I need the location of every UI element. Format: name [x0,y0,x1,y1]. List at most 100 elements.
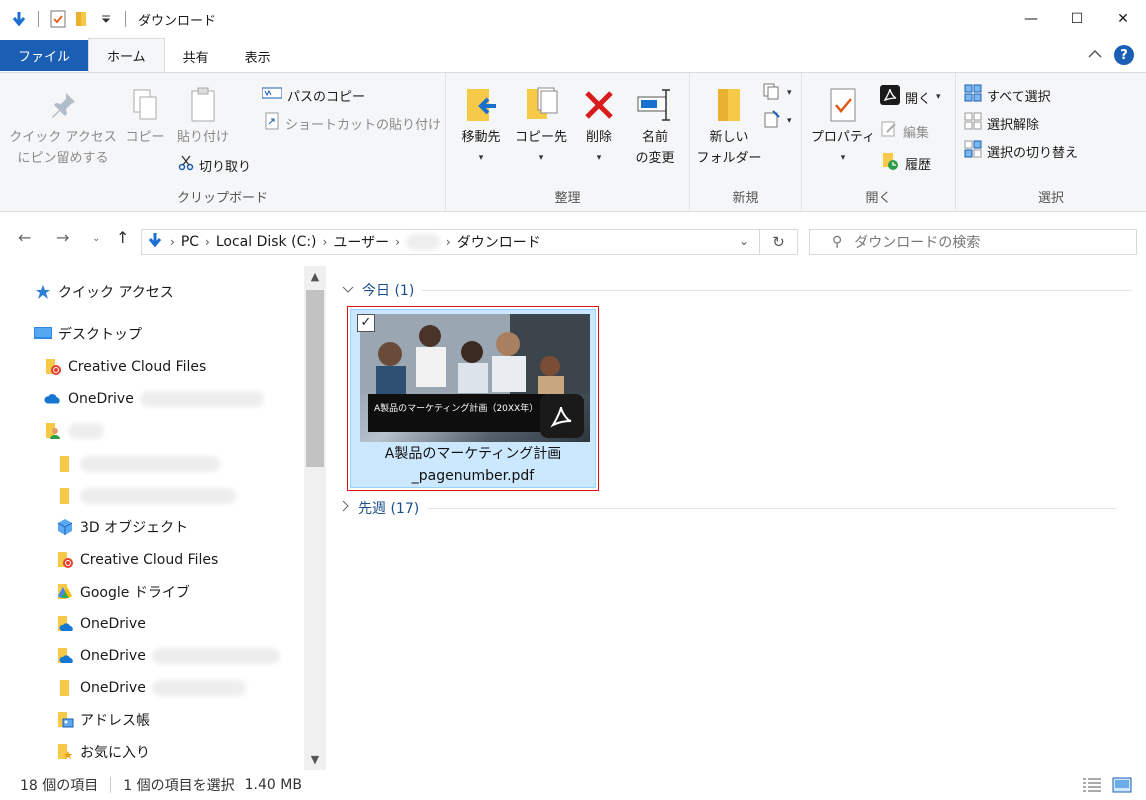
acrobat-pdf-icon [540,394,584,438]
new-folder-icon[interactable] [71,8,93,30]
checkbox-checked-icon[interactable]: ✓ [357,314,375,332]
tree-item-address-book[interactable]: アドレス帳 [56,708,150,732]
paste-shortcut-label: ショートカットの貼り付け [285,117,442,133]
onedrive-account-redacted [151,680,246,696]
rename-icon [626,83,684,127]
forward-arrow-icon[interactable]: → [56,228,69,247]
group-header-last-week[interactable]: 先週 (17) [342,498,1118,518]
edit-button[interactable]: 編集 [880,119,929,143]
copy-icon [122,83,168,127]
breadcrumb-username-redacted[interactable] [405,234,440,250]
tree-item-onedrive-1[interactable]: OneDrive [44,387,264,411]
copy-button[interactable]: コピー [122,83,168,148]
search-box[interactable]: ⚲ ダウンロードの検索 [809,229,1137,255]
easy-access-dropdown-icon[interactable]: ▾ [787,116,792,126]
group-divider [427,507,1118,509]
move-to-dropdown-icon[interactable]: ▾ [452,148,510,169]
search-input[interactable]: ダウンロードの検索 [854,232,980,252]
move-to-button[interactable]: 移動先 ▾ [452,83,510,169]
tree-item-google-drive[interactable]: Google ドライブ [56,580,190,604]
history-button[interactable]: 履歴 [880,151,931,175]
select-group-label: 選択 [1037,191,1064,206]
search-icon: ⚲ [832,234,843,250]
up-arrow-icon[interactable]: ↑ [116,228,129,247]
new-folder-button[interactable]: 新しい フォルダー [694,83,764,169]
delete-dropdown-icon[interactable]: ▾ [578,148,620,169]
details-view-icon[interactable] [1082,776,1102,798]
copy-to-button[interactable]: コピー先 ▾ [512,83,570,169]
tree-item-creative-cloud-files-1[interactable]: Creative Cloud Files [44,355,206,379]
address-dropdown-icon[interactable]: ⌄ [739,234,749,248]
tree-item-quick-access[interactable]: クイック アクセス [34,280,174,304]
tree-item-desktop[interactable]: デスクトップ [34,322,142,346]
invert-selection-button[interactable]: 選択の切り替え [964,139,1078,163]
open-label: 開く [905,91,932,107]
breadcrumb-local-disk[interactable]: Local Disk (C:) [216,234,317,250]
collapse-ribbon-icon[interactable] [1088,48,1102,63]
back-arrow-icon[interactable]: ← [18,228,31,247]
select-none-button[interactable]: 選択解除 [964,111,1039,135]
paste-button[interactable]: 貼り付け [172,83,234,148]
down-arrow-icon[interactable] [8,8,30,30]
breadcrumb-downloads[interactable]: ダウンロード [457,232,541,252]
tree-item-onedrive-2[interactable]: OneDrive [56,612,146,636]
selection-count: 1 個の項目を選択 [123,778,235,794]
paste-shortcut-button[interactable]: ショートカットの貼り付け [264,111,441,135]
tree-item-creative-cloud-files-2[interactable]: Creative Cloud Files [56,548,218,572]
copy-path-button[interactable]: パスのコピー [261,83,365,107]
invert-selection-label: 選択の切り替え [987,145,1079,161]
qat-customize-icon[interactable] [95,8,117,30]
new-item-button[interactable]: ▾ [762,81,792,105]
tree-item-redacted-folder-2[interactable] [56,484,236,508]
new-item-dropdown-icon[interactable]: ▾ [787,88,792,98]
easy-access-button[interactable]: ▾ [762,109,792,133]
tree-item-user-folder[interactable] [44,419,104,443]
tree-item-redacted-folder-1[interactable] [56,452,220,476]
tab-home[interactable]: ホーム [88,38,165,72]
tab-view[interactable]: 表示 [227,40,289,72]
rename-button[interactable]: 名前 の変更 [626,83,684,169]
select-all-button[interactable]: すべて選択 [964,83,1051,107]
minimize-button[interactable]: — [1008,0,1054,38]
quick-access-toolbar [0,8,132,30]
tab-share[interactable]: 共有 [165,40,227,72]
maximize-button[interactable]: ☐ [1054,0,1100,38]
breadcrumb-pc[interactable]: PC [181,234,199,250]
tree-item-3d-objects[interactable]: 3D オブジェクト [56,515,188,539]
tree-item-favorites[interactable]: お気に入り [56,740,150,764]
new-folder-label-line1: 新しい [709,130,749,145]
group-header-today[interactable]: 今日 (1) [342,280,1133,300]
status-bar: 18 個の項目 1 個の項目を選択 1.40 MB [0,770,1146,800]
thumbnail-title: A製品のマーケティング計画（20XX年） [374,404,539,414]
tree-item-onedrive-4[interactable]: OneDrive [56,676,246,700]
refresh-icon[interactable]: ↻ [759,230,797,254]
breadcrumb-users[interactable]: ユーザー [333,232,389,252]
large-icons-view-icon[interactable] [1112,776,1132,798]
help-icon[interactable]: ? [1114,45,1134,65]
open-dropdown-icon[interactable]: ▾ [936,92,941,102]
folder-icon [56,487,74,505]
new-group-label: 新規 [732,191,759,206]
properties-check-icon[interactable] [47,8,69,30]
tab-file[interactable]: ファイル [0,40,89,71]
cut-button[interactable]: 切り取り [178,153,251,177]
properties-button[interactable]: プロパティ ▾ [808,83,878,169]
properties-dropdown-icon[interactable]: ▾ [808,148,878,169]
tree-item-onedrive-3[interactable]: OneDrive [56,644,280,668]
copy-to-dropdown-icon[interactable]: ▾ [512,148,570,169]
scroll-down-icon[interactable]: ▼ [304,753,326,766]
select-group: すべて選択 選択解除 選択の切り替え 選択 [956,73,1146,211]
select-none-icon [964,112,982,134]
select-none-label: 選択解除 [987,117,1040,133]
scroll-up-icon[interactable]: ▲ [304,270,326,283]
nav-pane-scrollbar[interactable]: ▲ ▼ [304,266,326,770]
recent-locations-chevron-icon[interactable]: ⌄ [92,233,100,244]
scrollbar-thumb[interactable] [306,290,324,467]
open-button[interactable]: 開く ▾ [880,85,941,109]
delete-button[interactable]: 削除 ▾ [578,83,620,169]
file-tile-pdf[interactable]: ✓ A製品のマーケティング計画（20XX年） A製品のマーケティング計画 _pa… [347,306,599,491]
close-button[interactable]: ✕ [1100,0,1146,38]
pin-to-quick-access-button[interactable]: クイック アクセス にピン留めする [8,83,118,169]
address-bar[interactable]: › PC › Local Disk (C:) › ユーザー › › ダウンロード… [141,229,798,255]
folder-icon [56,679,74,697]
